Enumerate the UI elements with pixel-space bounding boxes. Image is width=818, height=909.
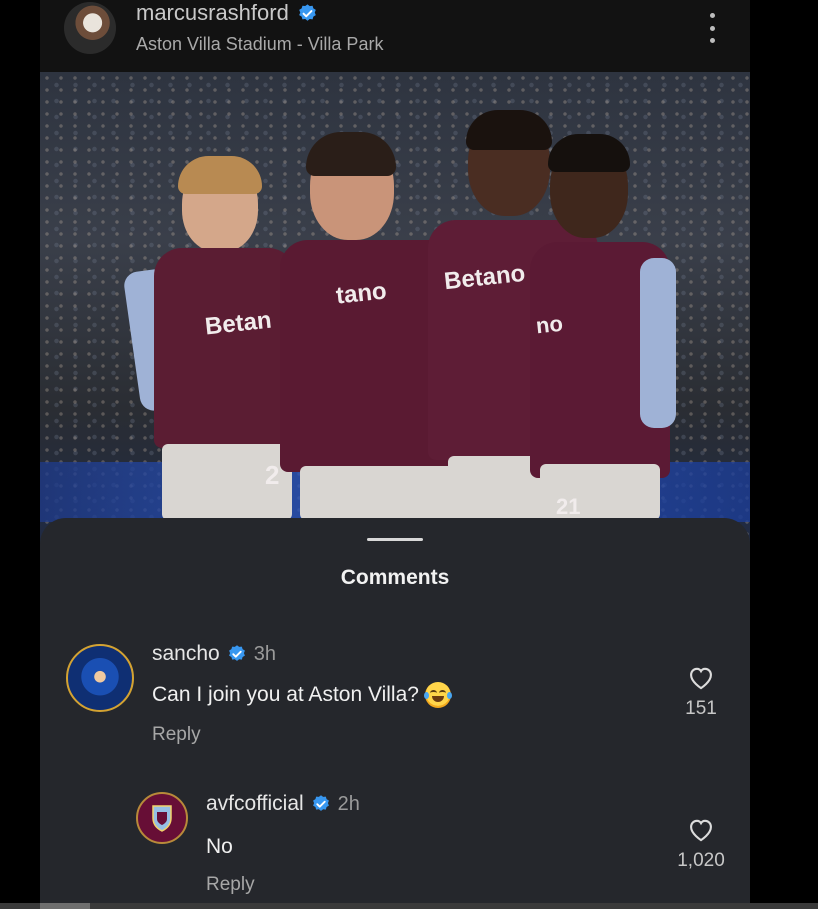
comment-like: 1,020 [666, 816, 736, 872]
shirt-number-right: 21 [556, 494, 581, 519]
author-username-row[interactable]: marcusrashford [136, 0, 318, 26]
like-count: 151 [685, 698, 717, 719]
villa-crest-icon [152, 805, 172, 832]
author-username[interactable]: marcusrashford [136, 0, 289, 26]
comment-time: 2h [337, 793, 360, 815]
comment-body: Can I join you at Aston Villa? [152, 682, 452, 708]
comment-username[interactable]: avfcofficial [206, 792, 304, 816]
post-photo[interactable]: Betan 2 tano Betano no 21 [40, 72, 750, 552]
app-frame: marcusrashford Aston Villa Stadium - Vil… [40, 0, 750, 909]
comment-header: sancho 3h [152, 642, 276, 666]
comment-like: 151 [666, 664, 736, 720]
comments-sheet: Comments sancho 3h Can I join you at Ast… [40, 518, 750, 909]
commenter-avatar[interactable] [136, 792, 188, 844]
like-count: 1,020 [677, 850, 725, 871]
comment-text: No [206, 835, 233, 858]
post-location[interactable]: Aston Villa Stadium - Villa Park [136, 33, 383, 55]
comments-title: Comments [340, 566, 450, 589]
post-header: marcusrashford Aston Villa Stadium - Vil… [40, 0, 750, 72]
shirt-number-left: 2 [265, 460, 280, 490]
heart-icon[interactable] [687, 816, 715, 842]
sheet-drag-handle[interactable] [367, 538, 423, 541]
sponsor-text-far-right: no [534, 310, 565, 339]
laughing-emoji-icon [423, 682, 452, 708]
verified-badge-icon [228, 645, 245, 661]
heart-icon[interactable] [687, 664, 715, 690]
commenter-avatar[interactable] [66, 644, 134, 712]
verified-badge-icon [299, 3, 316, 21]
sponsor-text-middle: tano [334, 277, 388, 310]
scroll-indicator[interactable] [0, 903, 818, 909]
comment-body: No [206, 834, 233, 860]
comment-username[interactable]: sancho [152, 642, 220, 666]
comment-time: 3h [253, 643, 276, 665]
comment-text: Can I join you at Aston Villa? [152, 683, 419, 706]
author-avatar[interactable] [64, 2, 116, 54]
reply-button[interactable]: Reply [152, 724, 201, 746]
reply-button[interactable]: Reply [206, 874, 255, 896]
verified-badge-icon [312, 795, 329, 811]
comment-header: avfcofficial 2h [206, 792, 360, 816]
more-options-icon[interactable] [704, 13, 720, 43]
